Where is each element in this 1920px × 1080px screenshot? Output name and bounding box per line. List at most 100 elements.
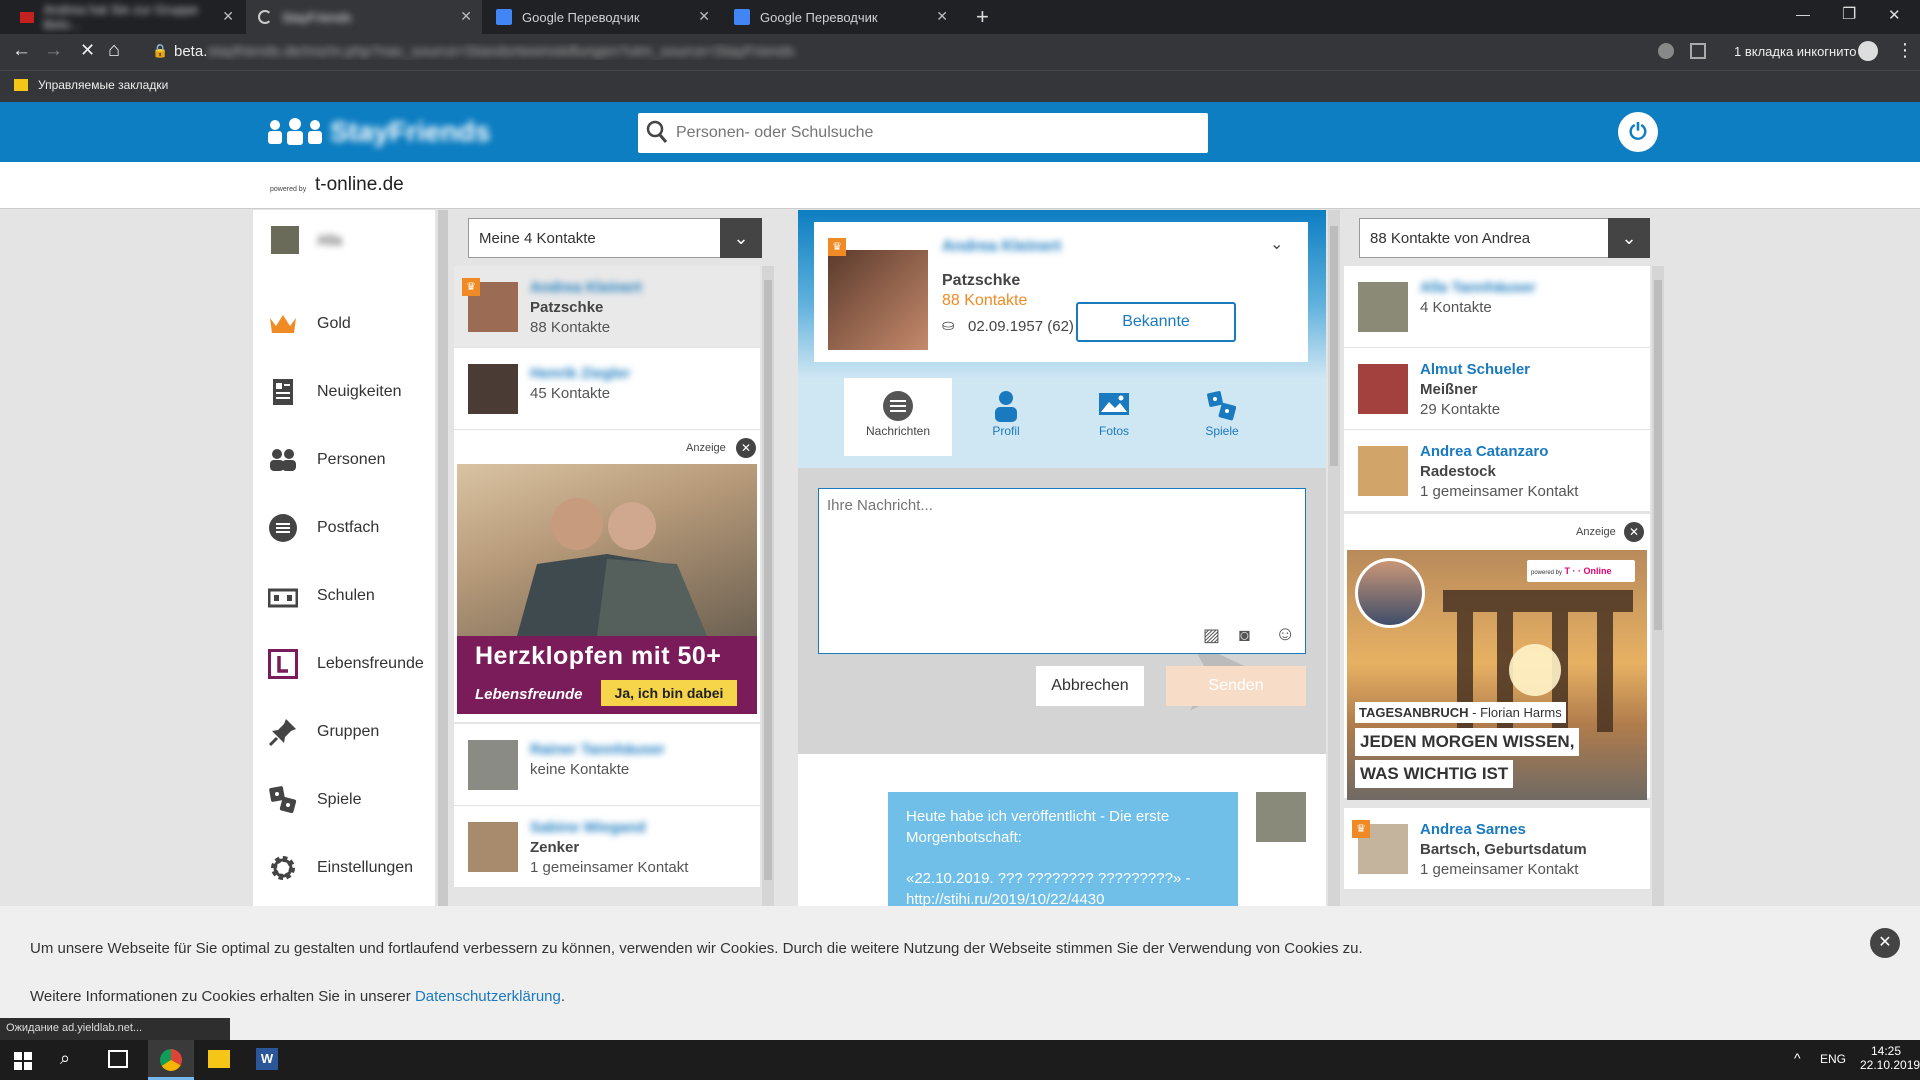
contact-row[interactable]: Almut Schueler Meißner 29 Kontakte: [1344, 348, 1650, 430]
cancel-button[interactable]: Abbrechen: [1036, 666, 1144, 706]
contact-row[interactable]: Rainer Tannhäuser keine Kontakte: [454, 724, 760, 806]
contact-row[interactable]: Sabine Wiegand Zenker 1 gemeinsamer Kont…: [454, 806, 760, 888]
message-bubble[interactable]: Heute habe ich veröffentlicht - Die erst…: [888, 792, 1238, 910]
lock-icon[interactable]: 🔒: [152, 43, 168, 59]
contact-count: 4 Kontakte: [1420, 299, 1492, 316]
crown-badge-icon: ♛: [462, 278, 480, 296]
nav-item-lebensfreunde[interactable]: Lebensfreunde: [253, 644, 435, 684]
tab-spiele[interactable]: Spiele: [1168, 378, 1276, 456]
contact-row[interactable]: Alla Tannhäuser 4 Kontakte: [1344, 266, 1650, 348]
privacy-link[interactable]: Datenschutzerklärung: [415, 988, 561, 1005]
ad-label: Anzeige: [686, 442, 726, 454]
contact-row[interactable]: Andrea Catanzaro Radestock 1 gemeinsamer…: [1344, 430, 1650, 512]
clock[interactable]: 14:25 22.10.2019: [1860, 1044, 1920, 1072]
address-bar[interactable]: beta.stayfriends.de/ms/m.php?nav_source=…: [174, 43, 1174, 60]
blocked-icon[interactable]: [1658, 43, 1674, 59]
scroll-thumb[interactable]: [1330, 226, 1338, 466]
translate-page-icon[interactable]: [1690, 43, 1706, 59]
close-tab-icon[interactable]: ✕: [698, 8, 710, 25]
incognito-icon[interactable]: [1858, 41, 1878, 61]
back-icon[interactable]: ←: [12, 40, 31, 62]
scroll-thumb[interactable]: [1654, 280, 1662, 630]
forward-icon[interactable]: →: [44, 40, 63, 62]
message-input[interactable]: [827, 497, 1297, 607]
nav-item-personen[interactable]: Personen: [253, 440, 435, 480]
tab-profil[interactable]: Profil: [952, 378, 1060, 456]
explorer-icon[interactable]: [208, 1050, 230, 1068]
contacts-select[interactable]: Meine 4 Kontakte ⌄: [468, 218, 762, 258]
home-icon[interactable]: ⌂: [108, 39, 120, 62]
browser-tab[interactable]: Andrea hat Sie zur Gruppe Belo... ✕: [8, 0, 244, 34]
message-scrollbar[interactable]: [1328, 210, 1340, 910]
search-bar[interactable]: [638, 113, 1208, 153]
user-name[interactable]: Alla: [317, 232, 342, 249]
close-ad-icon[interactable]: ✕: [736, 438, 756, 458]
t-online-logo[interactable]: t-online.de: [315, 174, 404, 196]
profile-photo[interactable]: [828, 250, 928, 350]
nav-item-neuigkeiten[interactable]: Neuigkeiten: [253, 372, 435, 412]
tab-title: Google Переводчик: [760, 9, 878, 25]
search-input[interactable]: [676, 119, 1196, 147]
nav-item-postfach[interactable]: Postfach: [253, 508, 435, 548]
smiley-icon[interactable]: ☺: [1275, 623, 1295, 646]
image-icon[interactable]: ▨: [1203, 625, 1220, 646]
scroll-thumb[interactable]: [764, 280, 772, 880]
restore-icon[interactable]: ❐: [1842, 4, 1856, 24]
close-window-icon[interactable]: ✕: [1888, 6, 1901, 24]
contact-row[interactable]: ♛ Andrea Kleinert Patzschke 88 Kontakte: [454, 266, 760, 348]
sender-avatar[interactable]: [1256, 792, 1306, 842]
managed-bookmarks[interactable]: Управляемые закладки: [38, 78, 168, 92]
profile-contacts-link[interactable]: 88 Kontakte: [942, 292, 1027, 310]
chevron-down-icon[interactable]: ⌄: [1270, 234, 1283, 254]
nav-item-gruppen[interactable]: Gruppen: [253, 712, 435, 752]
tab-nachrichten[interactable]: Nachrichten: [844, 378, 952, 456]
ad-powered: powered by: [1531, 570, 1563, 576]
close-tab-icon[interactable]: ✕: [460, 8, 472, 25]
right-contacts-select[interactable]: 88 Kontakte von Andrea ⌄: [1359, 218, 1650, 258]
nav-item-einstellungen[interactable]: Einstellungen: [253, 848, 435, 888]
chrome-taskbar-button[interactable]: [148, 1040, 194, 1080]
incognito-label[interactable]: 1 вкладка инкогнито: [1734, 44, 1857, 59]
close-tab-icon[interactable]: ✕: [222, 8, 234, 25]
url-prefix: beta.: [174, 43, 208, 60]
search-icon[interactable]: ⌕: [60, 1048, 70, 1069]
nav-item-spiele[interactable]: Spiele: [253, 780, 435, 820]
contact-count: 1 gemeinsamer Kontakt: [1420, 861, 1579, 878]
ad-t-online[interactable]: Anzeige ✕ powered by T · · Online TAGESA…: [1344, 514, 1650, 800]
close-tab-icon[interactable]: ✕: [936, 8, 948, 25]
windows-start-icon[interactable]: [14, 1052, 32, 1075]
nav-item-gold[interactable]: Gold: [253, 304, 435, 344]
browser-tab[interactable]: Google Переводчик ✕: [722, 0, 958, 34]
tab-fotos[interactable]: Fotos: [1060, 378, 1168, 456]
ad-lebensfreunde[interactable]: Anzeige ✕ Herzklopfen mit 50+ Lebensfreu…: [454, 432, 760, 722]
stop-icon[interactable]: ✕: [80, 40, 95, 61]
contact-row[interactable]: Henrik Ziegler 45 Kontakte: [454, 348, 760, 430]
relation-button[interactable]: Bekannte: [1076, 302, 1236, 342]
ad-cta-button[interactable]: Ja, ich bin dabei: [601, 680, 737, 706]
close-cookie-icon[interactable]: ✕: [1870, 928, 1900, 958]
right-scrollbar[interactable]: [1652, 266, 1664, 910]
people-logo-icon[interactable]: [266, 118, 324, 146]
nav-item-schulen[interactable]: Schulen: [253, 576, 435, 616]
camera-icon[interactable]: ◙: [1239, 625, 1250, 646]
close-ad-icon[interactable]: ✕: [1624, 522, 1644, 542]
menu-icon[interactable]: ⋮: [1896, 40, 1914, 61]
left-scrollbar[interactable]: [438, 210, 448, 910]
contacts-scrollbar[interactable]: [762, 266, 774, 910]
task-view-icon[interactable]: [108, 1050, 128, 1068]
tray-chevron-icon[interactable]: ^: [1794, 1050, 1801, 1066]
word-icon[interactable]: W: [256, 1048, 278, 1070]
minimize-icon[interactable]: —: [1796, 6, 1810, 22]
language-indicator[interactable]: ENG: [1820, 1052, 1846, 1066]
contact-row[interactable]: ♛ Andrea Sarnes Bartsch, Geburtsdatum 1 …: [1344, 808, 1650, 890]
message-textarea-box[interactable]: ▨ ◙ ☺: [818, 488, 1306, 654]
site-logo[interactable]: StayFriends: [330, 116, 490, 148]
browser-tab-active[interactable]: StayFriends ✕: [246, 0, 482, 34]
power-icon[interactable]: ⏻: [1618, 112, 1658, 152]
browser-tab[interactable]: Google Переводчик ✕: [484, 0, 720, 34]
user-avatar[interactable]: [271, 226, 299, 254]
avatar: [1358, 282, 1408, 332]
send-button[interactable]: Senden: [1166, 666, 1306, 706]
new-tab-button[interactable]: +: [976, 4, 989, 30]
nav-label: Lebensfreunde: [317, 655, 424, 672]
